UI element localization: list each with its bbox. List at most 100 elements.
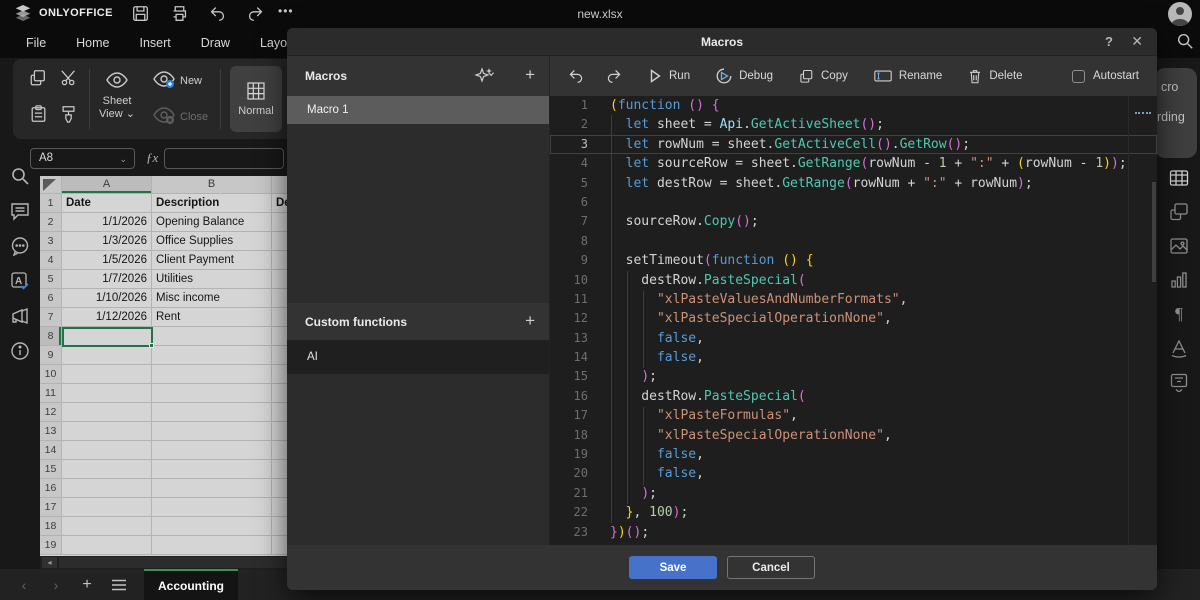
sheet-view-button[interactable]: SheetView ⌄ <box>91 95 143 121</box>
chat-icon[interactable] <box>10 236 30 256</box>
code-line-4[interactable]: 4 let sourceRow = sheet.GetRange(rowNum … <box>550 154 1157 173</box>
print-icon[interactable] <box>171 5 188 22</box>
menu-item-home[interactable]: Home <box>76 36 109 50</box>
cell-C12[interactable] <box>272 403 288 422</box>
code-line-21[interactable]: 21 ); <box>550 484 1157 503</box>
code-line-19[interactable]: 19 false, <box>550 445 1157 464</box>
cell-A4[interactable]: 1/5/2026 <box>62 251 152 270</box>
next-sheet-button[interactable]: › <box>48 577 64 593</box>
copy-button[interactable]: Copy <box>799 69 848 84</box>
redo-icon[interactable] <box>606 68 622 84</box>
cell-C16[interactable] <box>272 479 288 498</box>
menu-item-file[interactable]: File <box>26 36 46 50</box>
cell-A12[interactable] <box>62 403 152 422</box>
code-line-20[interactable]: 20 false, <box>550 464 1157 483</box>
row-header-17[interactable]: 17 <box>40 498 62 517</box>
comments-icon[interactable] <box>10 201 30 221</box>
code-line-16[interactable]: 16 destRow.PasteSpecial( <box>550 387 1157 406</box>
cell-B19[interactable] <box>152 536 272 555</box>
code-line-6[interactable]: 6 <box>550 193 1157 212</box>
redo-icon[interactable] <box>247 5 264 22</box>
code-editor[interactable]: 1(function () {2 let sheet = Api.GetActi… <box>550 96 1157 545</box>
avatar[interactable] <box>1168 2 1192 26</box>
scroll-left-button[interactable]: ◂ <box>42 557 57 568</box>
add-sheet-button[interactable]: + <box>78 576 96 594</box>
row-header-16[interactable]: 16 <box>40 479 62 498</box>
delete-button[interactable]: Delete <box>968 69 1022 84</box>
cell-C2[interactable] <box>272 213 288 232</box>
format-painter-icon[interactable] <box>60 105 77 123</box>
code-line-7[interactable]: 7 sourceRow.Copy(); <box>550 212 1157 231</box>
feedback-icon[interactable] <box>10 306 30 326</box>
cell-A16[interactable] <box>62 479 152 498</box>
code-line-18[interactable]: 18 "xlPasteSpecialOperationNone", <box>550 426 1157 445</box>
cell-B16[interactable] <box>152 479 272 498</box>
code-line-13[interactable]: 13 false, <box>550 329 1157 348</box>
menu-item-draw[interactable]: Draw <box>201 36 230 50</box>
menu-item-insert[interactable]: Insert <box>140 36 171 50</box>
formula-input[interactable] <box>164 148 284 169</box>
cell-C13[interactable] <box>272 422 288 441</box>
row-header-19[interactable]: 19 <box>40 536 62 555</box>
add-custom-function-button[interactable]: + <box>525 311 535 331</box>
sheet-list-icon[interactable] <box>110 578 128 592</box>
cell-B17[interactable] <box>152 498 272 517</box>
cell-A5[interactable]: 1/7/2026 <box>62 270 152 289</box>
search-icon-right[interactable] <box>1176 32 1194 50</box>
undo-icon[interactable] <box>568 68 584 84</box>
paragraph-settings-icon[interactable]: ¶ <box>1169 304 1189 324</box>
cell-B10[interactable] <box>152 365 272 384</box>
textart-settings-icon[interactable] <box>1169 338 1189 358</box>
cell-A17[interactable] <box>62 498 152 517</box>
cut-icon[interactable] <box>60 69 78 87</box>
row-header-13[interactable]: 13 <box>40 422 62 441</box>
undo-icon[interactable] <box>209 5 226 22</box>
row-header-12[interactable]: 12 <box>40 403 62 422</box>
cancel-button[interactable]: Cancel <box>727 556 815 579</box>
cell-A6[interactable]: 1/10/2026 <box>62 289 152 308</box>
new-view-button[interactable]: New <box>180 75 202 88</box>
cell-C10[interactable] <box>272 365 288 384</box>
row-header-7[interactable]: 7 <box>40 308 62 327</box>
more-menu-icon[interactable]: ••• <box>278 4 294 18</box>
cell-C18[interactable] <box>272 517 288 536</box>
code-line-12[interactable]: 12 "xlPasteSpecialOperationNone", <box>550 309 1157 328</box>
cell-B15[interactable] <box>152 460 272 479</box>
cell-A2[interactable]: 1/1/2026 <box>62 213 152 232</box>
code-line-22[interactable]: 22 }, 100); <box>550 503 1157 522</box>
normal-view-button[interactable]: Normal <box>230 66 282 132</box>
row-header-3[interactable]: 3 <box>40 232 62 251</box>
sheet-view-eye-icon[interactable] <box>105 71 129 89</box>
search-icon[interactable] <box>10 166 30 186</box>
ai-sparkle-icon[interactable] <box>473 66 503 86</box>
image-settings-icon[interactable] <box>1169 236 1189 256</box>
cell-A7[interactable]: 1/12/2026 <box>62 308 152 327</box>
cell-C17[interactable] <box>272 498 288 517</box>
code-line-2[interactable]: 2 let sheet = Api.GetActiveSheet(); <box>550 115 1157 134</box>
cell-name-box[interactable]: A8 ⌄ <box>30 148 135 169</box>
cell-settings-icon[interactable] <box>1169 168 1189 188</box>
cell-C19[interactable] <box>272 536 288 555</box>
col-header-c[interactable] <box>272 176 288 194</box>
cell-A10[interactable] <box>62 365 152 384</box>
chart-settings-icon[interactable] <box>1169 270 1189 290</box>
code-line-8[interactable]: 8 <box>550 232 1157 251</box>
cell-A14[interactable] <box>62 441 152 460</box>
code-line-5[interactable]: 5 let destRow = sheet.GetRange(rowNum + … <box>550 174 1157 193</box>
cell-C3[interactable] <box>272 232 288 251</box>
cell-A3[interactable]: 1/3/2026 <box>62 232 152 251</box>
help-button[interactable]: ? <box>1105 34 1113 49</box>
dialog-title-bar[interactable]: Macros ? ✕ <box>287 28 1157 56</box>
row-header-2[interactable]: 2 <box>40 213 62 232</box>
run-button[interactable]: Run <box>648 69 690 83</box>
cell-B6[interactable]: Misc income <box>152 289 272 308</box>
cell-C7[interactable] <box>272 308 288 327</box>
code-line-15[interactable]: 15 ); <box>550 367 1157 386</box>
debug-button[interactable]: Debug <box>716 68 773 84</box>
cell-B8[interactable] <box>152 327 272 346</box>
cell-B1[interactable]: Description <box>152 194 272 213</box>
shape-settings-icon[interactable] <box>1169 202 1189 222</box>
cell-B7[interactable]: Rent <box>152 308 272 327</box>
cell-B3[interactable]: Office Supplies <box>152 232 272 251</box>
spellcheck-icon[interactable]: A <box>10 271 30 291</box>
